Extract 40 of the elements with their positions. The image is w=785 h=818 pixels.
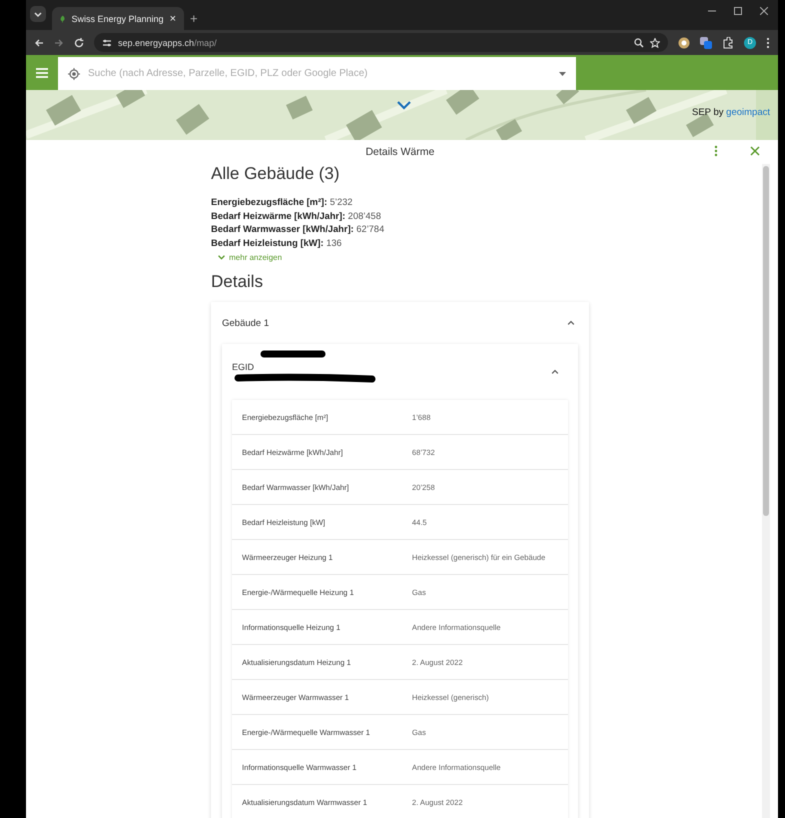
summary-line: Energiebezugsfläche [m²]: 5’232 <box>211 196 354 209</box>
accordion-header[interactable]: Gebäude 1 <box>222 302 578 344</box>
new-tab-button[interactable]: + <box>190 11 198 26</box>
url-text: sep.energyapps.ch/map/ <box>118 38 217 48</box>
chevron-down-icon <box>217 254 226 261</box>
attribution-text: SEP by geoimpact <box>692 107 770 118</box>
forward-icon[interactable] <box>54 38 64 48</box>
maximize-icon[interactable] <box>734 7 742 15</box>
back-icon[interactable] <box>34 38 44 48</box>
scrollbar-thumb[interactable] <box>763 166 769 516</box>
tab-list-icon[interactable] <box>30 6 46 22</box>
summary-line: Bedarf Warmwasser [kWh/Jahr]: 62’784 <box>211 223 386 236</box>
summary-line: Bedarf Heizwärme [kWh/Jahr]: 208’458 <box>211 210 382 223</box>
reload-icon[interactable] <box>74 38 84 48</box>
extension-icon[interactable] <box>700 36 712 48</box>
site-settings-icon[interactable] <box>102 38 112 48</box>
star-icon[interactable] <box>650 38 660 48</box>
zoom-icon[interactable] <box>634 38 644 48</box>
dropdown-arrow-icon[interactable] <box>559 72 566 76</box>
close-icon[interactable] <box>750 146 760 156</box>
menu-icon[interactable] <box>766 36 770 48</box>
chevron-down-icon[interactable] <box>397 100 411 110</box>
accordion-header[interactable]: EGID <box>232 344 568 400</box>
panel-title: Details Wärme <box>366 146 434 158</box>
extensions-icon[interactable] <box>722 36 734 48</box>
section-heading: Alle Gebäude (3) <box>211 164 341 184</box>
browser-tab[interactable]: Swiss Energy Planning × <box>52 7 184 30</box>
close-icon[interactable] <box>760 7 768 15</box>
extension-icon[interactable] <box>678 36 690 48</box>
tab-title: Swiss Energy Planning <box>72 14 164 24</box>
leaf-icon <box>60 14 66 24</box>
location-icon[interactable] <box>68 68 80 80</box>
summary-line: Bedarf Heizleistung [kW]: 136 <box>211 236 343 250</box>
show-more-link[interactable]: mehr anzeigen <box>217 253 282 262</box>
address-bar[interactable]: sep.energyapps.ch/map/ <box>94 33 668 52</box>
attribution-link[interactable]: geoimpact <box>726 107 770 118</box>
more-options-icon[interactable] <box>714 145 718 157</box>
section-heading: Details <box>211 272 264 292</box>
close-tab-button[interactable]: × <box>170 12 176 24</box>
search-bar[interactable]: Suche (nach Adresse, Parzelle, EGID, PLZ oder Google Place) <box>58 57 576 90</box>
